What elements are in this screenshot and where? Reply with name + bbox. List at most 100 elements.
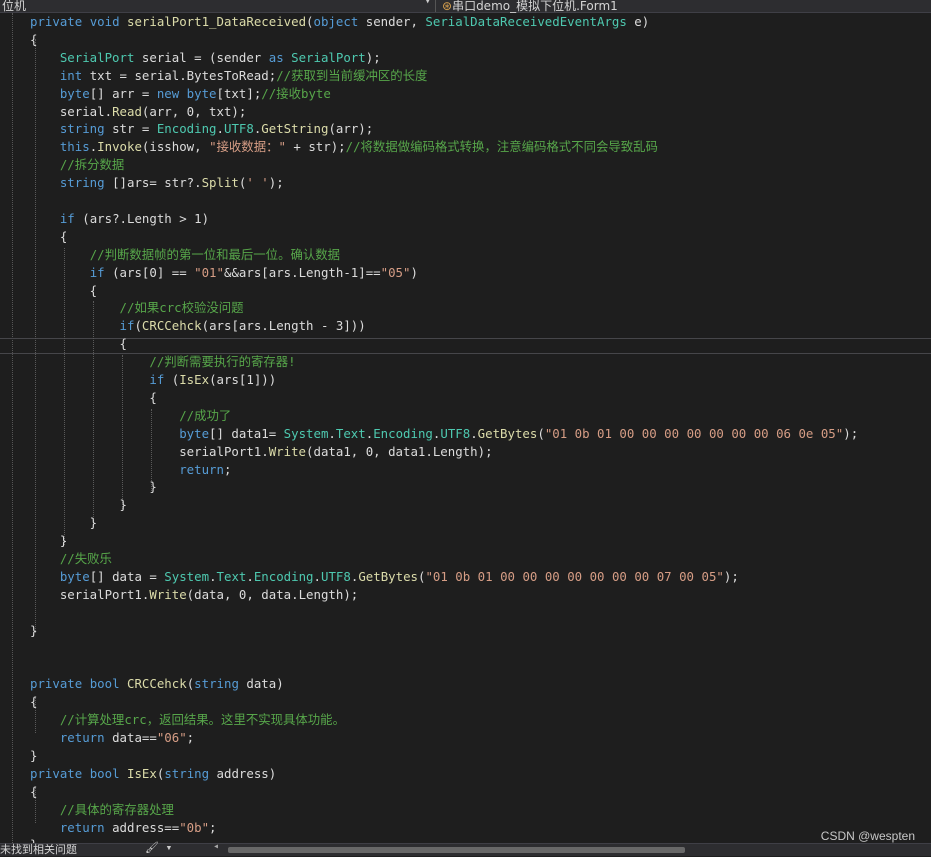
code-line[interactable]: { xyxy=(30,389,156,407)
code-line[interactable]: serialPort1.Write(data1, 0, data1.Length… xyxy=(30,443,492,461)
code-token: private xyxy=(30,14,90,29)
class-dropdown[interactable]: ⊛串口demo_模拟下位机.Form1 xyxy=(442,0,618,14)
code-line[interactable]: } xyxy=(30,747,37,765)
code-token: string xyxy=(59,121,113,137)
code-token: (data, 0, data.Length); xyxy=(186,586,359,602)
status-bar: 未找到相关问题 🖌 ▾ ◂ xyxy=(0,841,931,856)
code-token: } xyxy=(30,622,38,638)
chevron-down-icon[interactable]: ▾ xyxy=(425,0,430,7)
code-line[interactable]: } xyxy=(30,478,157,496)
code-line[interactable]: //判断数据帧的第一位和最后一位。确认数据 xyxy=(30,246,340,264)
code-token: . xyxy=(246,568,254,584)
code-line[interactable]: if (ars?.Length > 1) xyxy=(30,210,209,228)
code-token: //接收byte xyxy=(261,85,331,101)
code-token: if xyxy=(119,318,135,334)
code-token: sender, xyxy=(365,14,426,29)
class-icon: ⊛ xyxy=(442,0,453,13)
code-line[interactable]: byte[] data1= System.Text.Encoding.UTF8.… xyxy=(30,425,858,443)
code-line[interactable]: } xyxy=(30,532,67,550)
code-token: (ars[ars.Length - 3])) xyxy=(201,318,366,334)
code-line[interactable]: if(CRCCehck(ars[ars.Length - 3])) xyxy=(30,317,366,335)
code-line[interactable]: private bool IsEx(string address) xyxy=(30,765,276,783)
code-line[interactable]: { xyxy=(30,282,97,300)
code-line[interactable]: //具体的寄存器处理 xyxy=(30,801,174,819)
code-line[interactable]: if (ars[0] == "01"&&ars[ars.Length-1]=="… xyxy=(30,264,418,282)
code-token: return xyxy=(59,819,113,835)
code-token: GetString xyxy=(261,121,329,137)
code-line[interactable]: //判断需要执行的寄存器! xyxy=(30,353,295,371)
code-line[interactable]: int txt = serial.BytesToRead;//获取到当前缓冲区的… xyxy=(30,67,428,85)
code-editor[interactable]: private void serialPort1_DataReceived(ob… xyxy=(0,13,931,852)
code-line[interactable]: { xyxy=(30,783,37,801)
code-line[interactable]: return data=="06"; xyxy=(30,729,194,747)
code-line[interactable]: string str = Encoding.UTF8.GetString(arr… xyxy=(30,120,373,138)
code-line[interactable]: { xyxy=(30,31,37,49)
code-line[interactable]: { xyxy=(30,693,37,711)
code-line[interactable]: private void serialPort1_DataReceived(ob… xyxy=(30,13,649,31)
code-line[interactable]: private bool CRCCehck(string data) xyxy=(30,675,284,693)
code-token: void xyxy=(89,14,127,29)
code-line[interactable]: //如果crc校验没问题 xyxy=(30,299,244,317)
code-token: ); xyxy=(365,49,381,65)
code-token: (arr); xyxy=(328,121,374,137)
code-line[interactable]: byte[] data = System.Text.Encoding.UTF8.… xyxy=(30,568,739,586)
code-token: e) xyxy=(634,14,650,29)
code-line[interactable]: { xyxy=(30,228,67,246)
code-line[interactable]: serial.Read(arr, 0, txt); xyxy=(30,103,247,121)
code-token: [] arr = xyxy=(89,85,157,101)
code-token: data== xyxy=(112,730,157,745)
code-token: (ars[1])) xyxy=(209,372,277,387)
code-token: { xyxy=(30,31,38,47)
code-token: [] data = xyxy=(89,568,165,584)
code-token: } xyxy=(30,747,38,763)
scroll-left-icon[interactable]: ◂ xyxy=(213,841,219,852)
code-token: as xyxy=(268,49,292,65)
code-line[interactable]: { xyxy=(30,335,127,353)
code-token: "06" xyxy=(156,730,187,745)
code-line[interactable]: serialPort1.Write(data, 0, data.Length); xyxy=(30,586,358,604)
project-dropdown-label[interactable]: 位机 xyxy=(2,0,26,14)
code-line[interactable]: this.Invoke(isshow, "接收数据：" + str);//将数据… xyxy=(30,138,658,156)
code-token: (isshow, xyxy=(141,139,210,155)
code-token: } xyxy=(30,479,157,495)
code-line[interactable]: SerialPort serial = (sender as SerialPor… xyxy=(30,49,381,67)
code-line[interactable]: string []ars= str?.Split(' '); xyxy=(30,174,284,192)
code-line[interactable]: return address=="0b"; xyxy=(30,819,217,837)
code-token: ); xyxy=(723,568,739,584)
code-token: "01 0b 01 00 00 00 00 00 00 00 07 00 05" xyxy=(425,568,724,584)
code-token: . xyxy=(470,425,478,441)
code-token: Text xyxy=(216,568,247,584)
code-line[interactable]: if (IsEx(ars[1])) xyxy=(30,371,276,389)
code-line[interactable]: return; xyxy=(30,461,231,479)
code-token: bool xyxy=(89,676,127,692)
code-line[interactable]: //失败乐 xyxy=(30,550,112,568)
brush-icon[interactable]: 🖌 ▾ xyxy=(145,841,172,854)
code-token: address) xyxy=(216,765,277,781)
code-token: "01 0b 01 00 00 00 00 00 00 00 06 0e 05" xyxy=(544,425,844,441)
horizontal-scrollbar[interactable] xyxy=(228,847,685,853)
code-token: UTF8 xyxy=(440,425,471,441)
code-line[interactable]: //拆分数据 xyxy=(30,156,124,174)
code-line[interactable]: } xyxy=(30,622,37,640)
code-token: ( xyxy=(537,425,545,441)
code-token: "05" xyxy=(380,264,411,280)
code-token: return xyxy=(59,730,113,745)
code-line[interactable]: } xyxy=(30,514,97,532)
code-token: Encoding xyxy=(156,121,217,137)
code-token: ; xyxy=(186,730,195,745)
code-line[interactable]: //成功了 xyxy=(30,407,231,425)
code-token: { xyxy=(30,282,98,298)
code-line[interactable]: //计算处理crc，返回结果。这里不实现具体功能。 xyxy=(30,711,345,729)
code-token: GetBytes xyxy=(477,425,538,441)
code-line[interactable]: } xyxy=(30,496,127,514)
code-line[interactable]: byte[] arr = new byte[txt];//接收byte xyxy=(30,85,331,103)
code-token: CRCCehck xyxy=(127,676,187,692)
